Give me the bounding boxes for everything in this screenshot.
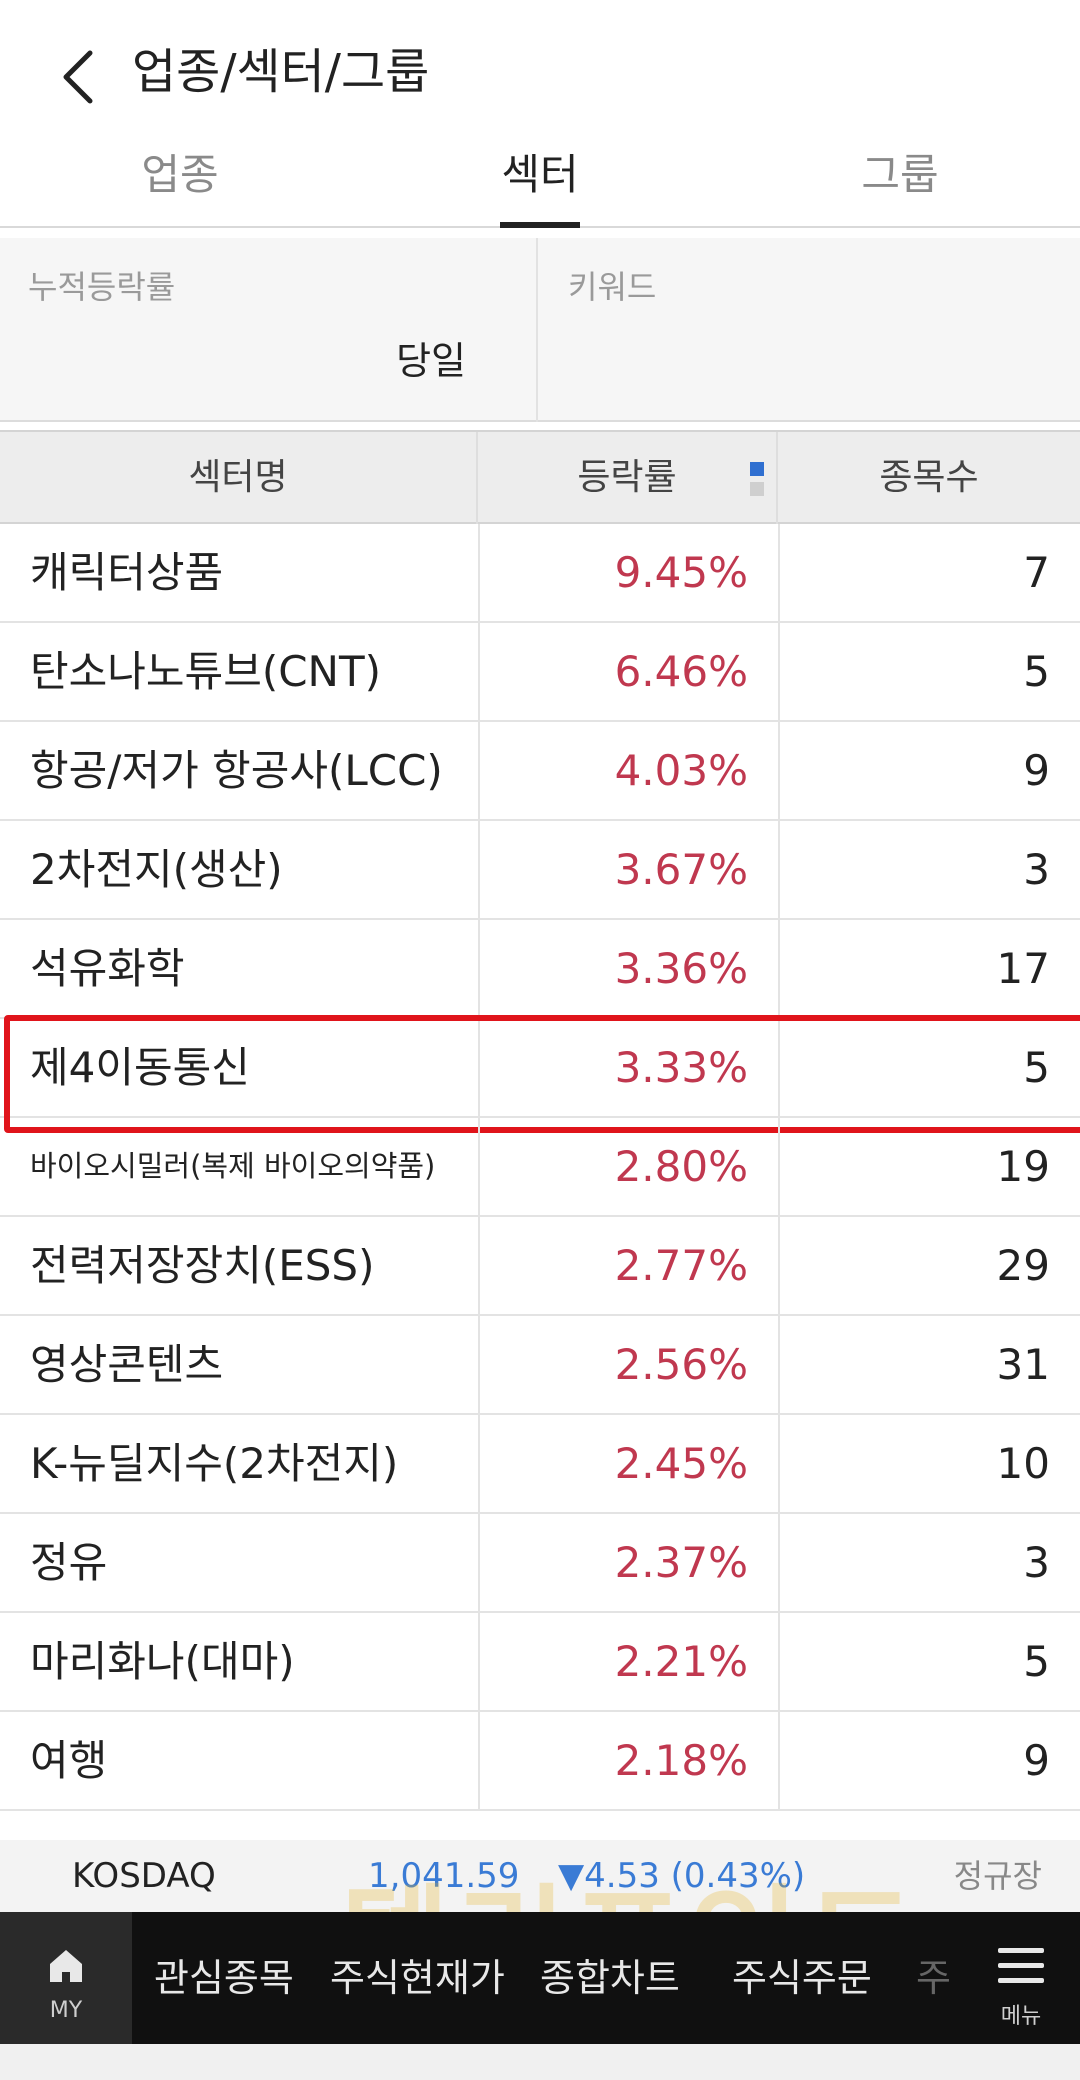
- menu-button[interactable]: 메뉴: [962, 1912, 1080, 2044]
- sector-rate: 2.56%: [478, 1316, 778, 1413]
- sector-name: 마리화나(대마): [30, 1637, 295, 1686]
- nav-order[interactable]: 주식주문: [732, 1912, 872, 2044]
- sector-stock-count: 7: [778, 524, 1080, 621]
- sector-stock-count: 3: [778, 1514, 1080, 1611]
- sector-name: 제4이동통신: [30, 1043, 250, 1092]
- sector-rate: 3.33%: [478, 1019, 778, 1116]
- table-row[interactable]: 바이오시밀러(복제 바이오의약품) 2.80% 19: [0, 1118, 1080, 1217]
- sector-name: 영상콘텐츠: [30, 1340, 224, 1389]
- sector-name: K-뉴딜지수(2차전지): [30, 1439, 399, 1488]
- page-title: 업종/섹터/그룹: [132, 44, 430, 100]
- sector-rate: 2.80%: [478, 1118, 778, 1215]
- table-row[interactable]: 제4이동통신 3.33% 5: [0, 1015, 1080, 1133]
- sector-table-body: 캐릭터상품 9.45% 7 탄소나노튜브(CNT) 6.46% 5 항공/저가 항공사(LC…: [0, 524, 1080, 1840]
- sector-stock-count: 9: [778, 1712, 1080, 1809]
- index-value: 1,041.59: [368, 1856, 520, 1896]
- tab-bar: 업종 섹터 그룹: [0, 140, 1080, 228]
- sector-stock-count: 29: [778, 1217, 1080, 1314]
- bottom-navigation: MY 관심종목 주식현재가 종합차트 주식주문 주 메뉴: [0, 1912, 1080, 2044]
- my-label: MY: [49, 1998, 83, 2023]
- back-button[interactable]: [58, 42, 118, 112]
- index-ticker-bar[interactable]: KOSDAQ 1,041.59 ▼4.53 (0.43%) 정규장: [0, 1840, 1080, 1912]
- keyword-field[interactable]: 키워드: [568, 262, 656, 308]
- column-header-count[interactable]: 종목수: [778, 432, 1080, 524]
- my-button[interactable]: MY: [0, 1912, 132, 2044]
- sector-stock-count: 9: [778, 722, 1080, 819]
- chevron-left-icon: [63, 50, 93, 104]
- table-header: 섹터명 등락률 종목수: [0, 430, 1080, 524]
- sector-name: 전력저장장치(ESS): [30, 1241, 375, 1290]
- home-icon: [50, 1950, 82, 1982]
- table-row[interactable]: 항공/저가 항공사(LCC) 4.03% 9: [0, 722, 1080, 821]
- table-row[interactable]: 마리화나(대마) 2.21% 5: [0, 1613, 1080, 1712]
- sector-name: 정유: [30, 1538, 108, 1587]
- sector-rate: 2.21%: [478, 1613, 778, 1710]
- nav-current-price[interactable]: 주식현재가: [330, 1912, 505, 2044]
- tab-sector[interactable]: 섹터: [450, 140, 630, 228]
- column-header-sector-name[interactable]: 섹터명: [0, 432, 478, 524]
- sector-stock-count: 19: [778, 1118, 1080, 1215]
- table-row[interactable]: 정유 2.37% 3: [0, 1514, 1080, 1613]
- table-row[interactable]: 탄소나노튜브(CNT) 6.46% 5: [0, 623, 1080, 722]
- sector-rate: 2.37%: [478, 1514, 778, 1611]
- period-selector[interactable]: 누적등락률 당일: [0, 238, 538, 422]
- hamburger-menu-icon: [998, 1948, 1044, 1984]
- table-row[interactable]: 캐릭터상품 9.45% 7: [0, 524, 1080, 623]
- index-name: KOSDAQ: [72, 1856, 216, 1896]
- menu-label: 메뉴: [1000, 2004, 1042, 2029]
- sector-name: 항공/저가 항공사(LCC): [30, 746, 443, 795]
- period-label: 누적등락률: [28, 268, 176, 306]
- table-row[interactable]: 전력저장장치(ESS) 2.77% 29: [0, 1217, 1080, 1316]
- table-row[interactable]: 석유화학 3.36% 17: [0, 920, 1080, 1019]
- sector-name: 바이오시밀러(복제 바이오의약품): [30, 1149, 436, 1183]
- sector-rate: 2.77%: [478, 1217, 778, 1314]
- tab-industry[interactable]: 업종: [90, 140, 270, 228]
- nav-watchlist[interactable]: 관심종목: [154, 1912, 294, 2044]
- sector-name: 캐릭터상품: [30, 548, 224, 597]
- table-row[interactable]: K-뉴딜지수(2차전지) 2.45% 10: [0, 1415, 1080, 1514]
- sector-rate: 9.45%: [478, 524, 778, 621]
- sector-rate: 2.45%: [478, 1415, 778, 1512]
- sort-indicator-icon: [750, 462, 764, 496]
- tab-group[interactable]: 그룹: [810, 140, 990, 228]
- sector-name: 2차전지(생산): [30, 845, 283, 894]
- market-session-status: 정규장: [953, 1857, 1042, 1895]
- nav-chart[interactable]: 종합차트: [540, 1912, 680, 2044]
- sector-rate: 2.18%: [478, 1712, 778, 1809]
- app-header: 업종/섹터/그룹: [0, 0, 1080, 140]
- nav-more-item[interactable]: 주: [916, 1912, 951, 2044]
- system-nav-strip: [0, 2044, 1080, 2080]
- sector-stock-count: 5: [778, 1019, 1080, 1116]
- sector-stock-count: 17: [778, 920, 1080, 1017]
- sector-name: 탄소나노튜브(CNT): [30, 647, 382, 696]
- column-header-rate[interactable]: 등락률: [478, 432, 778, 524]
- table-row[interactable]: 2차전지(생산) 3.67% 3: [0, 821, 1080, 920]
- sector-stock-count: 5: [778, 623, 1080, 720]
- table-row[interactable]: 영상콘텐츠 2.56% 31: [0, 1316, 1080, 1415]
- period-value: 당일: [396, 339, 466, 383]
- sector-rate: 3.67%: [478, 821, 778, 918]
- sector-stock-count: 5: [778, 1613, 1080, 1710]
- table-row[interactable]: 여행 2.18% 9: [0, 1712, 1080, 1811]
- sector-stock-count: 10: [778, 1415, 1080, 1512]
- sector-rate: 6.46%: [478, 623, 778, 720]
- index-change: ▼4.53 (0.43%): [558, 1856, 806, 1896]
- active-tab-indicator: [500, 222, 580, 228]
- sector-rate: 4.03%: [478, 722, 778, 819]
- filter-panel: 누적등락률 당일 키워드: [0, 238, 1080, 422]
- sector-stock-count: 31: [778, 1316, 1080, 1413]
- sector-stock-count: 3: [778, 821, 1080, 918]
- sector-rate: 3.36%: [478, 920, 778, 1017]
- sector-name: 여행: [30, 1736, 108, 1785]
- sector-name: 석유화학: [30, 944, 185, 993]
